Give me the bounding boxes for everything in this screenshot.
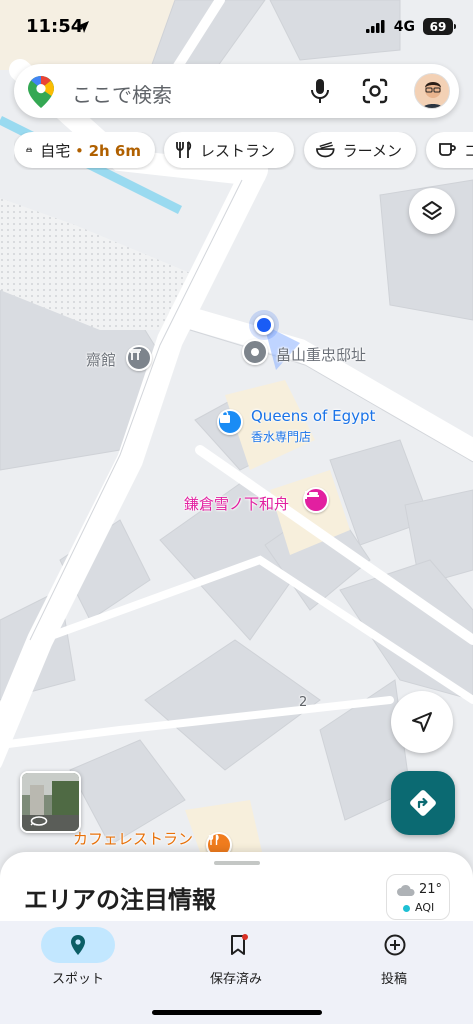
chip-ramen[interactable]: ラーメン — [304, 132, 416, 168]
shrine-pin-icon[interactable] — [126, 345, 152, 371]
sheet-drag-handle[interactable] — [214, 861, 260, 865]
chip-home-eta: 2h 6m — [88, 141, 141, 160]
home-indicator[interactable] — [152, 1010, 322, 1015]
quick-filter-chips: 自宅 • 2h 6m レストラン ラーメン コ — [14, 132, 473, 170]
status-bar: 11:54 4G 69 — [0, 0, 473, 54]
chip-cafe[interactable]: コ — [426, 132, 473, 168]
chip-home-label: 自宅 — [40, 141, 71, 160]
place-category-queens: 香水専門店 — [251, 430, 312, 444]
fork-knife-icon — [176, 141, 192, 158]
battery-indicator: 69 — [423, 18, 456, 35]
place-label-saikan[interactable]: 齋館 — [86, 349, 116, 370]
shopping-bag-pin-icon[interactable] — [217, 409, 243, 435]
chip-restaurant-label: レストラン — [200, 141, 276, 160]
microphone-icon[interactable] — [310, 78, 330, 104]
camera-lens-icon[interactable] — [362, 78, 388, 104]
weather-widget[interactable]: 21° AQI — [386, 874, 450, 920]
aqi-dot-icon — [403, 905, 410, 912]
chip-cafe-label: コ — [464, 141, 473, 160]
location-arrow-icon — [77, 21, 89, 33]
aqi-label: AQI — [415, 901, 435, 914]
nav-item-contribute[interactable]: 投稿 — [339, 921, 459, 1001]
nav-label-saved: 保存済み — [209, 972, 262, 987]
place-label-kamakura[interactable]: 鎌倉雪ノ下和舟 — [184, 493, 289, 514]
nav-item-saved[interactable]: 保存済み — [181, 921, 301, 1001]
chip-restaurant[interactable]: レストラン — [164, 132, 294, 168]
bottom-sheet[interactable]: エリアの注目情報 21° AQI — [0, 852, 473, 932]
directions-button[interactable] — [391, 771, 455, 835]
my-location-button[interactable] — [391, 691, 453, 753]
network-type: 4G — [393, 18, 415, 35]
navigation-arrow-icon — [412, 712, 432, 732]
place-label-cafe[interactable]: カフェレストラン — [73, 828, 193, 849]
nav-label-spot: スポット — [51, 972, 104, 987]
car-icon — [26, 147, 32, 152]
temperature: 21° — [419, 882, 443, 897]
nav-label-contribute: 投稿 — [380, 972, 407, 987]
status-time: 11:54 — [26, 16, 84, 37]
ramen-bowl-icon — [316, 141, 335, 158]
bookmark-icon — [231, 934, 248, 955]
cloud-icon — [397, 884, 415, 896]
place-label-hatakeyama[interactable]: 畠山重忠邸址 — [276, 344, 366, 365]
sheet-title: エリアの注目情報 — [24, 886, 216, 914]
coffee-cup-icon — [439, 143, 456, 156]
street-view-thumbnail[interactable] — [20, 771, 81, 833]
search-bar[interactable]: ここで検索 — [14, 64, 459, 118]
landmark-pin-icon[interactable] — [242, 339, 268, 365]
signal-bars-icon — [365, 20, 385, 33]
chip-home[interactable]: 自宅 • 2h 6m — [14, 132, 155, 168]
location-pin-icon — [71, 935, 85, 955]
chip-ramen-label: ラーメン — [342, 141, 402, 160]
maps-logo-icon — [28, 76, 54, 108]
search-input[interactable]: ここで検索 — [72, 79, 172, 108]
current-location-dot — [249, 310, 279, 340]
layers-button[interactable] — [409, 188, 455, 234]
avatar[interactable] — [414, 73, 450, 109]
directions-icon — [410, 790, 436, 816]
place-label-queens-of-egypt[interactable]: Queens of Egypt — [251, 407, 375, 425]
bottom-navigation: スポット 保存済み 投稿 — [0, 921, 473, 1024]
layers-icon — [422, 201, 442, 220]
nav-item-spot[interactable]: スポット — [23, 921, 143, 1001]
building-number-label: 2 — [299, 695, 308, 710]
add-circle-icon — [384, 934, 406, 956]
rotate-360-icon — [30, 816, 48, 826]
hotel-bed-pin-icon[interactable] — [303, 487, 329, 513]
chip-home-separator: • — [70, 141, 89, 160]
